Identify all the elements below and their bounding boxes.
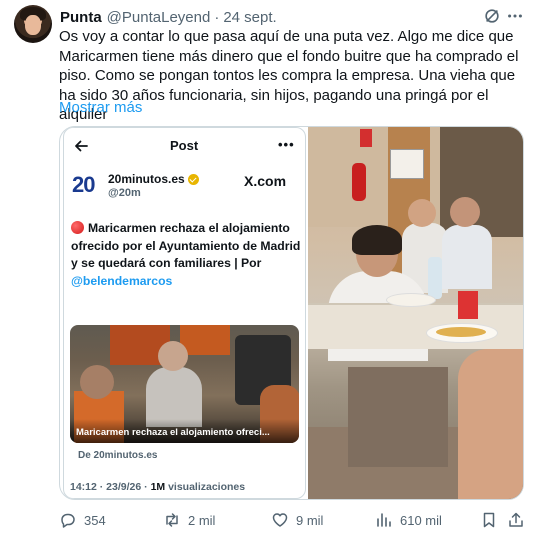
like-icon <box>272 513 288 527</box>
cafe-photo[interactable] <box>308 127 523 499</box>
author-handle[interactable]: @PuntaLeyend <box>107 9 211 26</box>
show-more-link[interactable]: Mostrar más <box>59 99 142 116</box>
news-image: Maricarmen rechaza el alojamiento ofreci… <box>70 325 299 443</box>
embedded-post-header: Post ••• <box>64 128 305 164</box>
tweet-actions: 354 2 mil 9 mil 610 mil <box>59 508 529 532</box>
reply-icon <box>61 513 75 528</box>
back-arrow-icon <box>75 140 88 152</box>
repost-button[interactable]: 2 mil <box>163 508 215 532</box>
reply-button[interactable]: 354 <box>59 508 106 532</box>
embedded-more-icon: ••• <box>278 137 295 152</box>
red-circle-icon <box>71 221 84 234</box>
verified-badge-icon <box>187 173 199 185</box>
embedded-headline: Maricarmen rechaza el alojamiento ofreci… <box>71 221 301 289</box>
embedded-account-handle: @20m <box>108 187 141 199</box>
embedded-account-name: 20minutos.es <box>108 172 199 186</box>
separator: · <box>214 8 220 26</box>
news-image-caption: Maricarmen rechaza el alojamiento ofreci… <box>76 427 270 438</box>
headline-mention: @belendemarcos <box>71 274 173 289</box>
share-icon <box>509 512 523 527</box>
like-count: 9 mil <box>296 512 324 528</box>
author-avatar[interactable] <box>14 5 52 43</box>
tweet-date[interactable]: 24 sept. <box>223 9 276 26</box>
grok-icon[interactable] <box>482 6 502 26</box>
like-button[interactable]: 9 mil <box>271 508 323 532</box>
more-icon[interactable] <box>505 6 525 26</box>
views-button[interactable]: 610 mil <box>375 508 442 532</box>
bookmark-icon <box>483 512 495 528</box>
author-name[interactable]: Punta <box>60 9 102 26</box>
x-com-label: X.com <box>244 173 287 189</box>
embedded-post-title: Post <box>170 138 199 153</box>
views-count: 610 mil <box>400 512 442 528</box>
repost-count: 2 mil <box>188 512 216 528</box>
link-source: De 20minutos.es <box>78 450 158 461</box>
bookmark-button[interactable] <box>480 508 505 532</box>
tweet-header: Punta @PuntaLeyend · 24 sept. <box>60 7 277 27</box>
tweet: Punta @PuntaLeyend · 24 sept. Os voy a c… <box>0 0 537 544</box>
embedded-post-screenshot[interactable]: Post ••• 20 20minutos.es @20m X.com Mari… <box>63 127 306 499</box>
views-icon <box>377 513 391 527</box>
embedded-timestamp: 14:12 · 23/9/26 · 1M visualizaciones <box>70 481 246 493</box>
tweet-media[interactable]: Post ••• 20 20minutos.es @20m X.com Mari… <box>59 126 524 500</box>
share-button[interactable] <box>507 508 532 532</box>
reply-count: 354 <box>84 512 106 528</box>
repost-icon <box>166 513 178 527</box>
20minutos-logo: 20 <box>72 172 96 197</box>
